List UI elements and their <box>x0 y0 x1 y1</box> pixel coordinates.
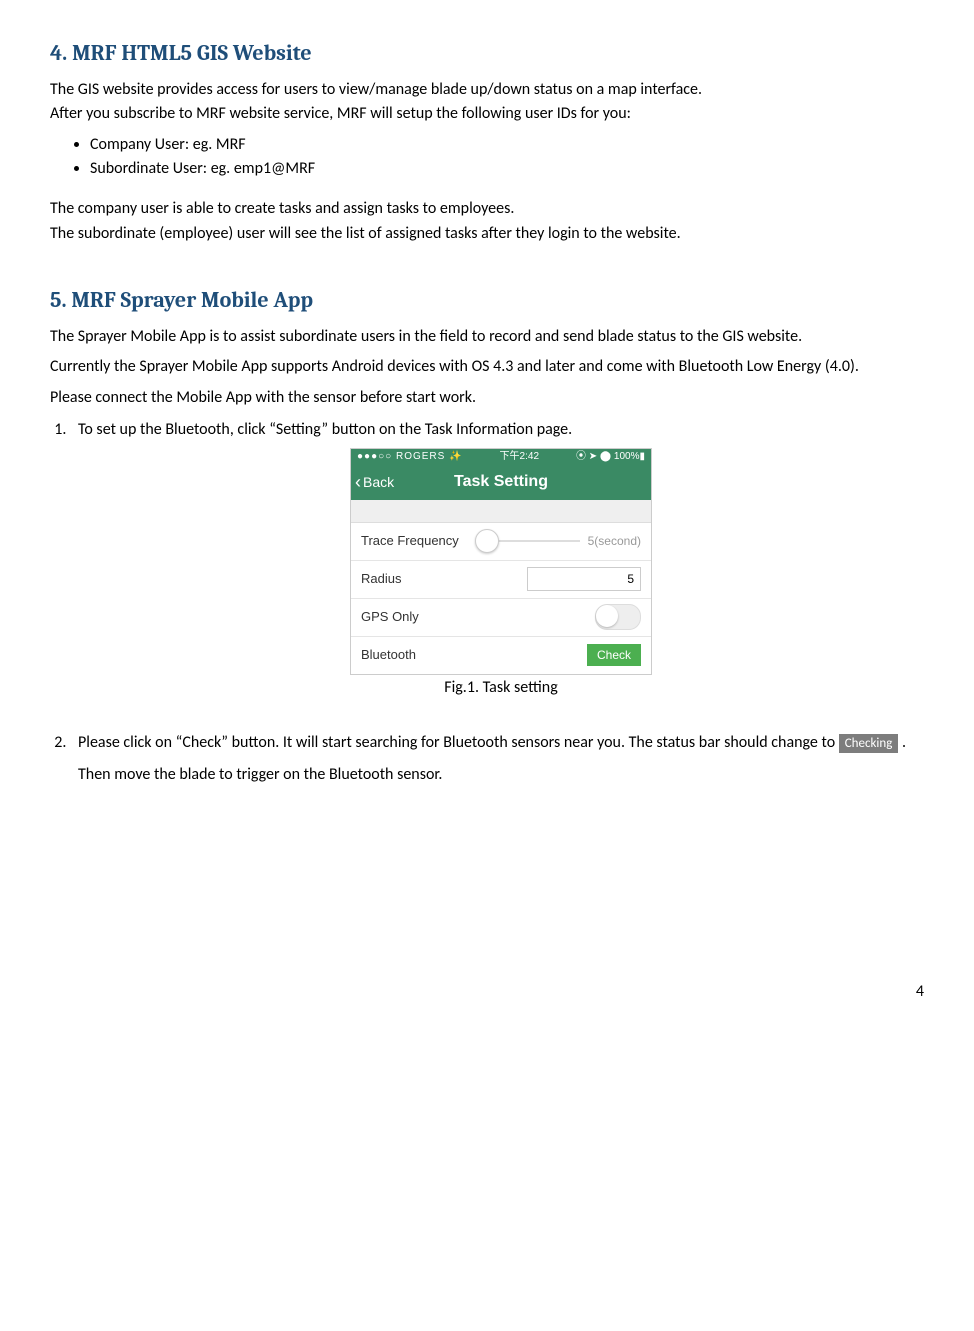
check-button[interactable]: Check <box>587 644 641 666</box>
step-1-text: To set up the Bluetooth, click “Setting”… <box>78 420 572 439</box>
phone-statusbar: ●●●○○ ROGERS ✨ 下午2:42 ⦿ ➤ ⬤ 100%▮ <box>351 449 651 466</box>
checking-badge: Checking <box>839 734 899 753</box>
trace-value: 5(second) <box>588 533 641 550</box>
section-5-para-3: Please connect the Mobile App with the s… <box>50 387 924 409</box>
step-2: Please click on “Check” button. It will … <box>70 727 924 791</box>
section-4-para-3: The company user is able to create tasks… <box>50 198 924 220</box>
section-4-para-4: The subordinate (employee) user will see… <box>50 223 924 245</box>
gps-label: GPS Only <box>361 608 419 626</box>
statusbar-carrier: ●●●○○ ROGERS ✨ <box>357 450 463 464</box>
radius-input[interactable] <box>527 567 641 591</box>
gps-switch[interactable] <box>595 604 641 630</box>
slider-thumb[interactable] <box>475 529 499 553</box>
step-2-text-a: Please click on “Check” button. It will … <box>78 733 839 752</box>
bluetooth-label: Bluetooth <box>361 646 416 664</box>
trace-slider[interactable]: 5(second) <box>479 533 641 550</box>
bullet-company-user: Company User: eg. MRF <box>90 134 924 156</box>
row-gps-only: GPS Only <box>351 599 651 637</box>
bullet-subordinate-user: Subordinate User: eg. emp1@MRF <box>90 158 924 180</box>
phone-screenshot: ●●●○○ ROGERS ✨ 下午2:42 ⦿ ➤ ⬤ 100%▮ ‹ Back… <box>350 448 652 675</box>
figure-1-caption: Fig.1. Task setting <box>78 677 924 699</box>
row-trace-frequency: Trace Frequency 5(second) <box>351 523 651 561</box>
back-button[interactable]: ‹ Back <box>351 470 394 495</box>
section-5-heading: 5. MRF Sprayer Mobile App <box>50 285 924 316</box>
steps-list: To set up the Bluetooth, click “Setting”… <box>70 419 924 791</box>
row-radius: Radius <box>351 561 651 599</box>
statusbar-right: ⦿ ➤ ⬤ 100%▮ <box>576 450 645 464</box>
back-label: Back <box>363 473 394 493</box>
trace-label: Trace Frequency <box>361 532 459 550</box>
radius-label: Radius <box>361 570 401 588</box>
nav-title: Task Setting <box>351 471 651 493</box>
section-5-para-2: Currently the Sprayer Mobile App support… <box>50 356 924 378</box>
user-id-list: Company User: eg. MRF Subordinate User: … <box>90 134 924 181</box>
switch-knob <box>596 605 618 627</box>
navbar: ‹ Back Task Setting <box>351 466 651 500</box>
figure-1-wrapper: ●●●○○ ROGERS ✨ 下午2:42 ⦿ ➤ ⬤ 100%▮ ‹ Back… <box>78 448 924 699</box>
section-4-intro-1: The GIS website provides access for user… <box>50 79 924 101</box>
step-1: To set up the Bluetooth, click “Setting”… <box>70 419 924 699</box>
section-5-para-1: The Sprayer Mobile App is to assist subo… <box>50 326 924 348</box>
chevron-left-icon: ‹ <box>355 470 361 495</box>
section-4-heading: 4. MRF HTML5 GIS Website <box>50 38 924 69</box>
gray-band <box>351 500 651 523</box>
row-bluetooth: Bluetooth Check <box>351 637 651 674</box>
page-number: 4 <box>50 981 924 1003</box>
section-4-intro-2: After you subscribe to MRF website servi… <box>50 103 924 125</box>
statusbar-time: 下午2:42 <box>500 450 539 464</box>
